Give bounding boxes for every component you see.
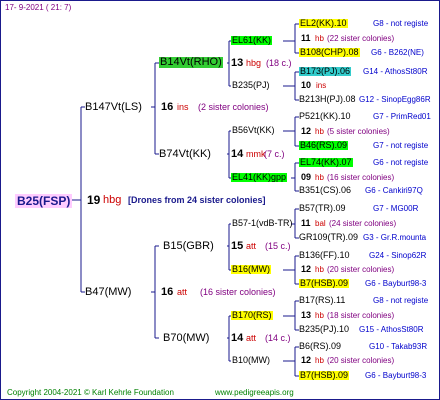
gen2-d-number: 14 [231,332,244,344]
gen4-0-name[interactable]: EL2(KK).10 [299,19,348,28]
queen-number: 19 [87,193,101,207]
report-date: 17- 9-2021 ( 21: 7) [5,3,72,12]
gen3-d1-name[interactable]: B170(RS) [231,311,273,320]
gen2-a-name[interactable]: B14Vt(RHO) [159,57,223,68]
gen4-12-name[interactable]: B17(RS).11 [299,296,345,305]
gen4-1-number: 10 [301,80,312,90]
gen4-8-name[interactable]: B57(TR).09 [299,204,346,213]
gen3-a2-name[interactable]: B235(PJ) [232,81,270,90]
queen-name[interactable]: B25(FSP) [15,194,73,208]
mother-name[interactable]: B47(MW) [85,287,131,298]
gen2-c-apiary: att [246,241,257,251]
gen4-14-number: 12 [301,355,312,365]
gen4-15-link[interactable]: G6 - Bayburt98-3 [365,372,426,380]
father-apiary: ins [177,102,189,112]
gen4-14-name[interactable]: B6(RS).09 [299,342,341,351]
gen4-1-apiary: ins [316,81,327,90]
gen4-9-name[interactable]: GR109(TR).09 [299,233,358,242]
gen2-b-number: 14 [231,148,244,160]
gen2-b-apiary: mmk [246,149,266,159]
site-link[interactable]: www.pedigreeapis.org [215,389,294,397]
gen4-12-apiary: hb [315,311,324,320]
gen4-2-link[interactable]: G14 - AthosSt80R [363,68,427,76]
gen3-c1-name[interactable]: B57-1(vdB-TR) [232,219,293,228]
gen4-6-sister-count: (16 sister colonies) [327,173,395,182]
mother-apiary: att [177,287,188,297]
gen2-a-apiary: hbg [246,58,262,68]
gen4-4-apiary: hb [315,127,324,136]
gen4-1-name[interactable]: B108(CHP).08 [299,48,360,57]
gen4-10-apiary: hb [315,265,324,274]
gen4-9-link[interactable]: G3 - Gr.R.mounta [363,234,426,242]
gen4-13-name[interactable]: B235(PJ).10 [299,325,349,334]
gen4-12-number: 13 [301,310,312,320]
gen4-7-link[interactable]: G6 - Cankiri97Q [365,187,423,195]
gen2-c-number: 15 [231,240,244,252]
gen2-d-apiary: att [246,333,257,343]
gen2-d-name[interactable]: B70(MW) [163,333,209,344]
gen2-c-name[interactable]: B15(GBR) [163,241,214,252]
gen4-12-link[interactable]: G8 - not registe [373,297,428,305]
gen3-c2-name[interactable]: B16(MW) [231,265,271,274]
queen-drones: [Drones from 24 sister colonies] [128,195,266,205]
gen3-b1-name[interactable]: B56Vt(KK) [232,126,275,135]
gen4-14-apiary: hb [315,356,324,365]
gen4-2-name[interactable]: B173(PJ).06 [299,67,352,76]
gen4-6-name[interactable]: EL74(KK).07 [299,158,353,167]
pedigree-chart: 17- 9-2021 ( 21: 7) Copyright 2004-2021 … [0,0,440,400]
copyright-text: Copyright 2004-2021 © Karl Kehrle Founda… [7,388,174,397]
gen4-6-apiary: hb [315,173,324,182]
gen2-b-name[interactable]: B74Vt(KK) [159,149,211,160]
gen4-6-link[interactable]: G6 - not registe [373,159,428,167]
gen2-d-sister-count: (14 c.) [265,333,291,343]
gen4-15-name[interactable]: B7(HSB).09 [299,371,350,380]
gen4-3-name[interactable]: B213H(PJ).08 [299,95,356,104]
gen4-1-link[interactable]: G6 - B262(NE) [371,49,424,57]
gen4-8-apiary: bal [315,219,326,228]
gen4-10-number: 12 [301,264,312,274]
father-name[interactable]: B147Vt(LS) [85,102,142,113]
gen4-13-link[interactable]: G15 - AthosSt80R [359,326,423,334]
gen3-d2-name[interactable]: B10(MW) [232,356,270,365]
gen2-c-sister-count: (15 c.) [265,241,291,251]
father-sister-count: (2 sister colonies) [198,102,269,112]
gen2-a-sister-count: (18 c.) [266,58,292,68]
gen4-14-link[interactable]: G10 - Takab93R [369,343,427,351]
gen4-7-name[interactable]: B351(CS).06 [299,186,351,195]
gen4-4-name[interactable]: P521(KK).10 [299,112,351,121]
gen4-11-name[interactable]: B7(HSB).09 [299,279,350,288]
gen4-5-link[interactable]: G7 - not registe [373,142,428,150]
gen4-8-sister-count: (24 sister colonies) [329,219,397,228]
gen4-0-number: 11 [301,33,311,43]
gen4-4-sister-count: (5 sister colonies) [327,127,390,136]
gen4-5-name[interactable]: B46(RS).09 [299,141,349,150]
gen4-8-number: 11 [301,218,311,228]
gen2-a-number: 13 [231,57,244,69]
gen4-10-link[interactable]: G24 - Sinop62R [369,252,426,260]
gen4-0-sister-count: (22 sister colonies) [327,34,395,43]
mother-number: 16 [161,286,174,298]
gen4-0-link[interactable]: G8 - not registe [373,20,428,28]
gen4-0-apiary: hb [315,34,324,43]
mother-sister-count: (16 sister colonies) [200,287,276,297]
gen4-4-link[interactable]: G7 - PrimRed01 [373,113,431,121]
gen3-b2-name[interactable]: EL41(KK)gpp [231,173,288,182]
gen4-12-sister-count: (18 sister colonies) [327,311,395,320]
queen-apiary: hbg [103,194,122,206]
gen4-6-number: 09 [301,172,312,182]
gen4-4-number: 12 [301,126,312,136]
gen3-a1-name[interactable]: EL61(KK) [231,36,273,45]
gen2-b-sister-count: (7 c.) [264,149,285,159]
father-number: 16 [161,101,174,113]
gen4-8-link[interactable]: G7 - MG00R [373,205,418,213]
gen4-14-sister-count: (20 sister colonies) [327,356,395,365]
gen4-10-sister-count: (20 sister colonies) [327,265,395,274]
gen4-10-name[interactable]: B136(FF).10 [299,251,350,260]
gen4-11-link[interactable]: G6 - Bayburt98-3 [365,280,426,288]
gen4-3-link[interactable]: G12 - SinopEgg86R [359,96,431,104]
